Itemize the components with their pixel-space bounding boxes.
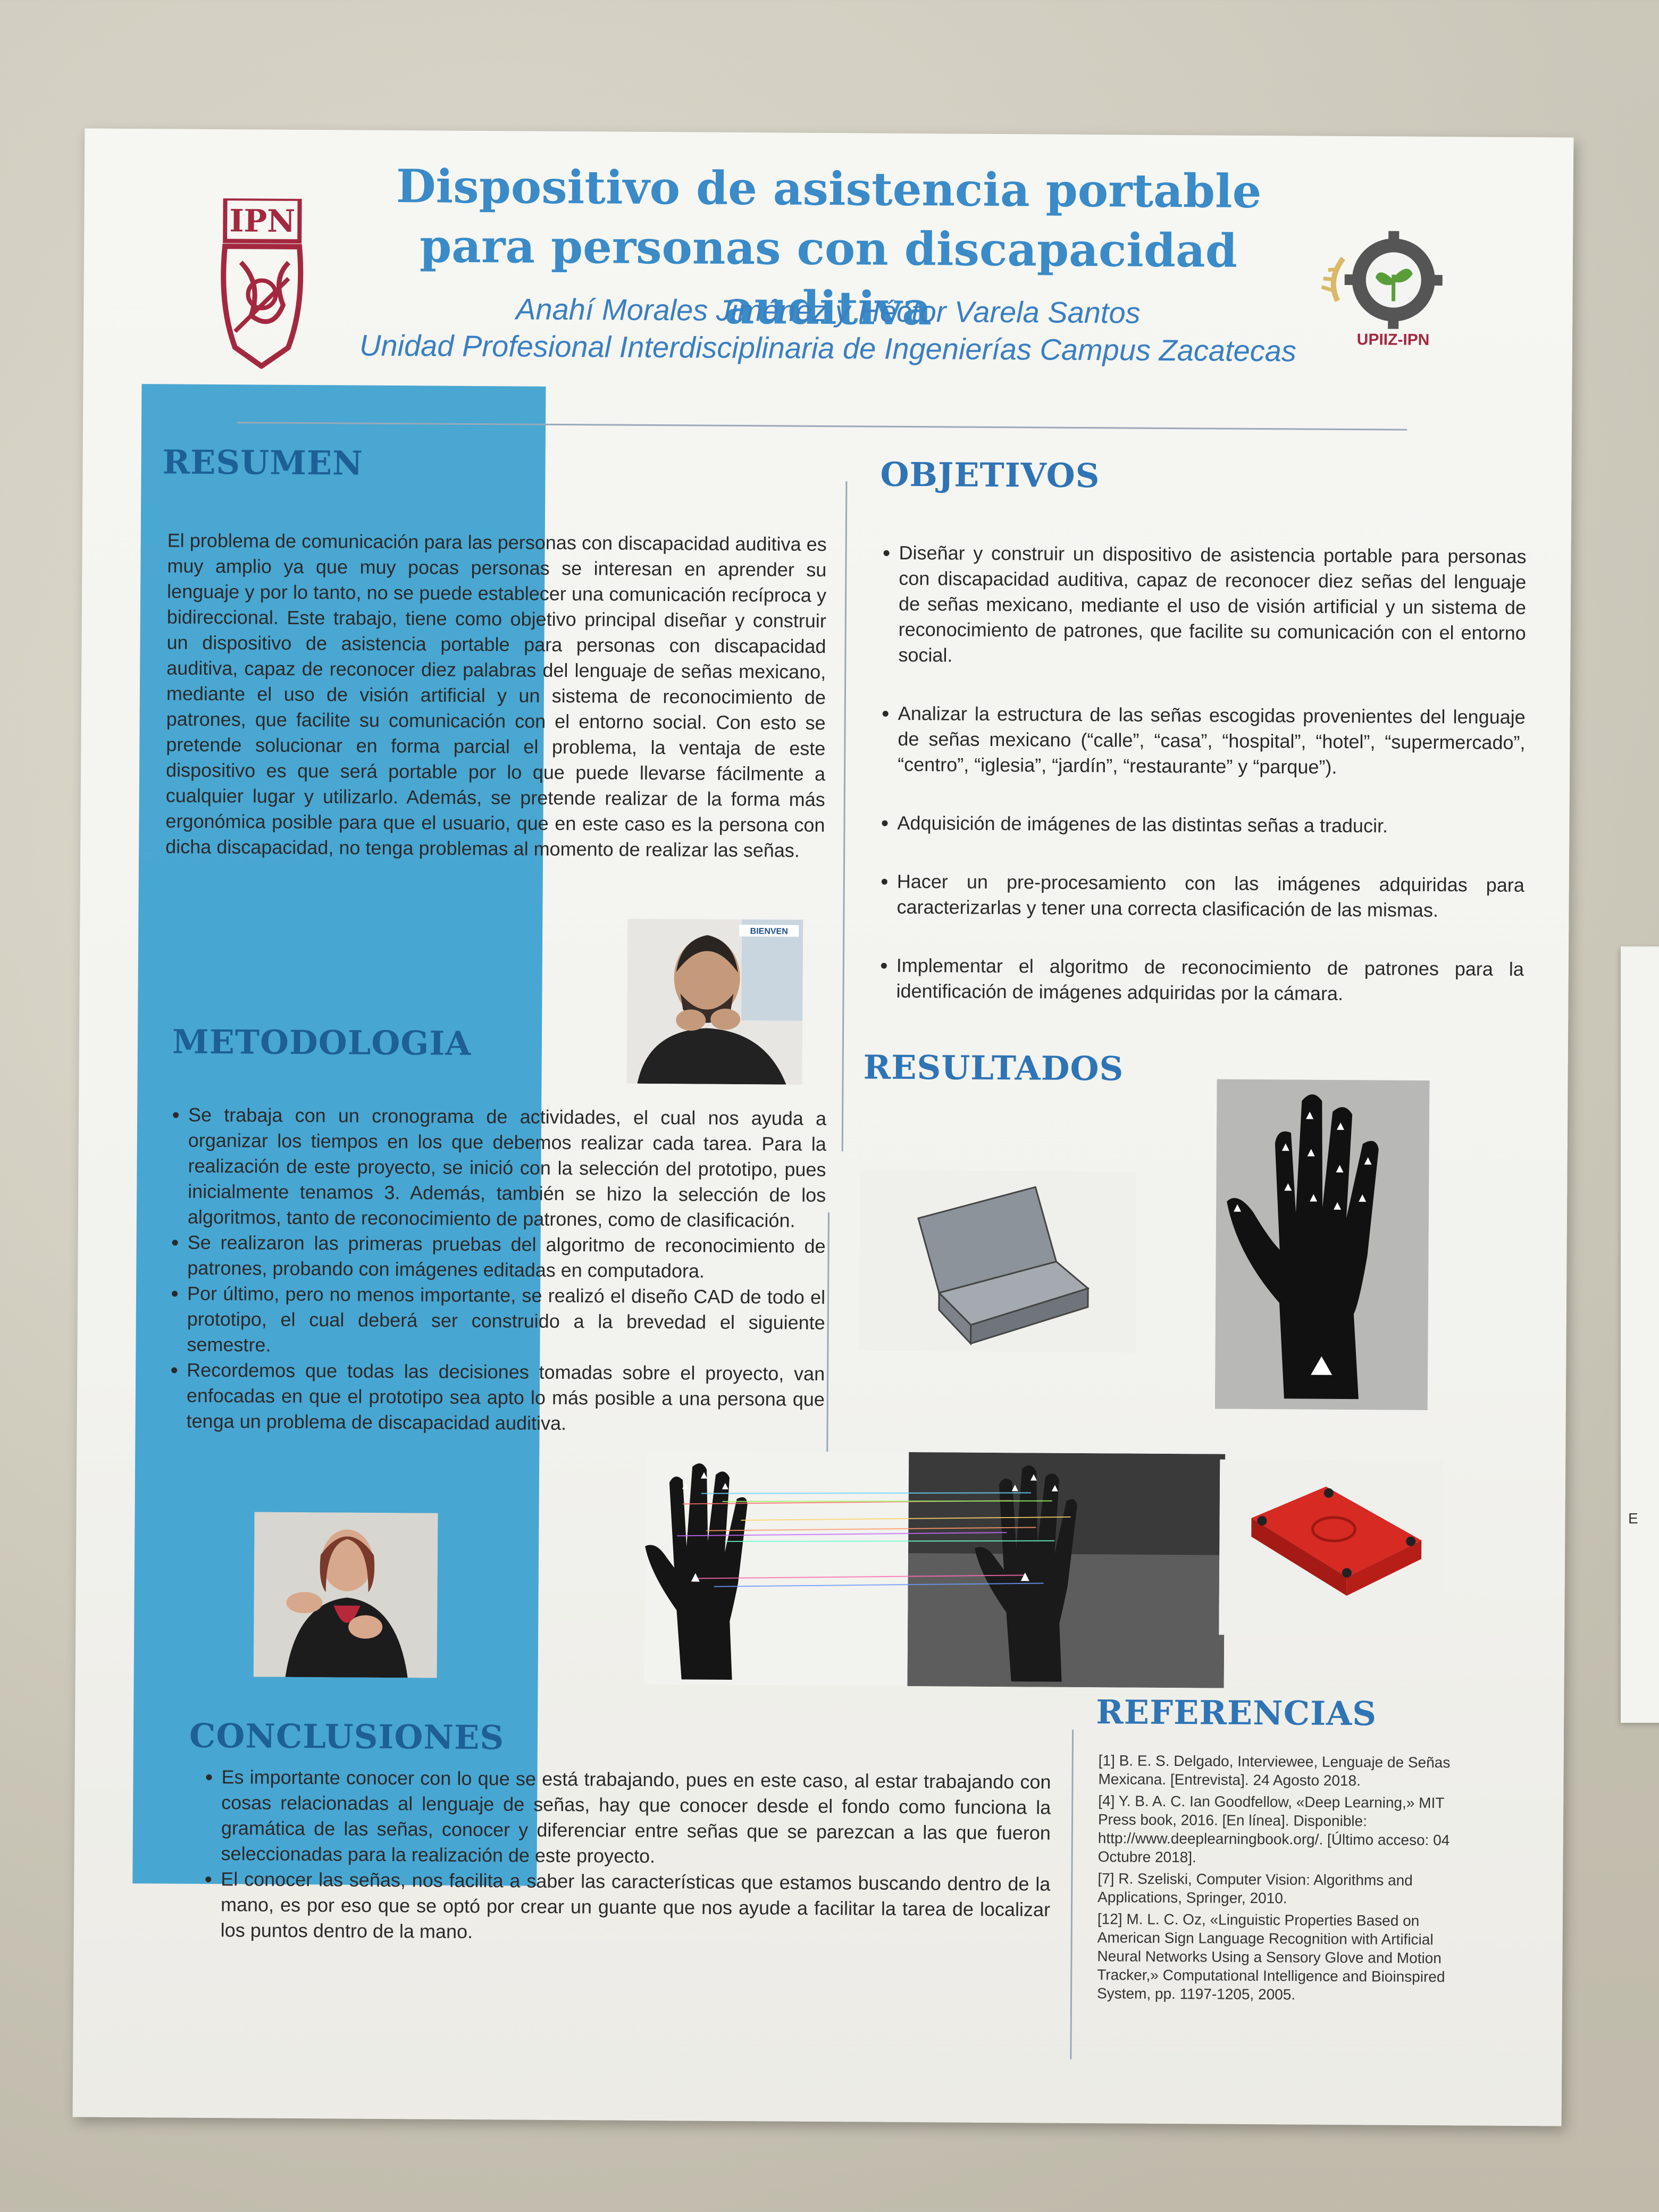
metodologia-item: Por último, pero no menos importante, se… <box>187 1281 825 1361</box>
man-signing-photo: BIENVEN <box>626 918 803 1085</box>
cad-box-image <box>859 1170 1137 1353</box>
screen-text: BIENVEN <box>750 927 788 936</box>
conclusiones-item: Es importante conocer con lo que se está… <box>221 1764 1051 1872</box>
reference-item: [4] Y. B. A. C. Ian Goodfellow, «Deep Le… <box>1097 1792 1450 1866</box>
objetivos-list: Diseñar y construir un dispositivo de as… <box>866 540 1527 1041</box>
resumen-text: El problema de comunicación para las per… <box>165 529 827 861</box>
adjacent-poster-letter: E <box>1628 1510 1638 1527</box>
column-divider-bottom <box>1070 1729 1074 2059</box>
ipn-logo-text: IPN <box>229 203 295 239</box>
conclusiones-heading: CONCLUSIONES <box>189 1716 505 1757</box>
poster: IPN UPIIZ-IPN Dispositivo de asistencia … <box>72 128 1574 2126</box>
resultados-heading: RESULTADOS <box>863 1048 1124 1088</box>
objetivos-item: Analizar la estructura de las señas esco… <box>898 701 1526 781</box>
metodologia-item: Recordemos que todas las decisiones toma… <box>186 1358 825 1438</box>
referencias-list: [1] B. E. S. Delgado, Interviewee, Lengu… <box>1097 1751 1481 2008</box>
conclusiones-item: El conocer las señas, nos facilita a sab… <box>221 1866 1051 1948</box>
authors-line: Anahí Morales Jiménez y Héctor Varela Sa… <box>515 292 1141 330</box>
objetivos-item: Adquisición de imágenes de las distintas… <box>897 810 1524 840</box>
metodologia-item: Se trabaja con un cronograma de activida… <box>188 1102 826 1234</box>
upiiz-logo-text: UPIIZ-IPN <box>1357 331 1430 349</box>
column-divider-top <box>841 481 848 1152</box>
reference-item: [1] B. E. S. Delgado, Interviewee, Lengu… <box>1098 1752 1451 1789</box>
referencias-heading: REFERENCIAS <box>1096 1692 1377 1733</box>
objetivos-heading: OBJETIVOS <box>880 455 1100 496</box>
institution-line: Unidad Profesional Interdisciplinaria de… <box>359 328 1297 368</box>
poster-authors: Anahí Morales Jiménez y Héctor Varela Sa… <box>349 290 1307 370</box>
ipn-logo-icon: IPN <box>221 198 304 370</box>
red-enclosure-image <box>1219 1459 1444 1637</box>
marker-glove-photo <box>1214 1079 1430 1410</box>
resumen-heading: RESUMEN <box>162 442 364 483</box>
upiiz-logo-icon: UPIIZ-IPN <box>1321 231 1443 349</box>
adjacent-poster-edge: E <box>1621 946 1659 1723</box>
objetivos-item: Hacer un pre-procesamiento con las imáge… <box>896 869 1524 924</box>
conclusiones-list: Es importante conocer con lo que se está… <box>191 1764 1051 1948</box>
objetivos-item: Implementar el algoritmo de reconocimien… <box>896 953 1524 1008</box>
glove-matching-image <box>644 1450 1226 1688</box>
metodologia-list: Se trabaja con un cronograma de activida… <box>156 1102 826 1438</box>
metodologia-item: Se realizaron las primeras pruebas del a… <box>187 1230 826 1285</box>
metodologia-heading: METODOLOGIA <box>172 1022 472 1063</box>
objetivos-item: Diseñar y construir un dispositivo de as… <box>898 540 1526 672</box>
reference-item: [7] R. Szeliski, Computer Vision: Algori… <box>1097 1870 1413 1907</box>
reference-item: [12] M. L. C. Oz, «Linguistic Properties… <box>1096 1911 1445 2003</box>
woman-signing-photo <box>253 1512 438 1678</box>
